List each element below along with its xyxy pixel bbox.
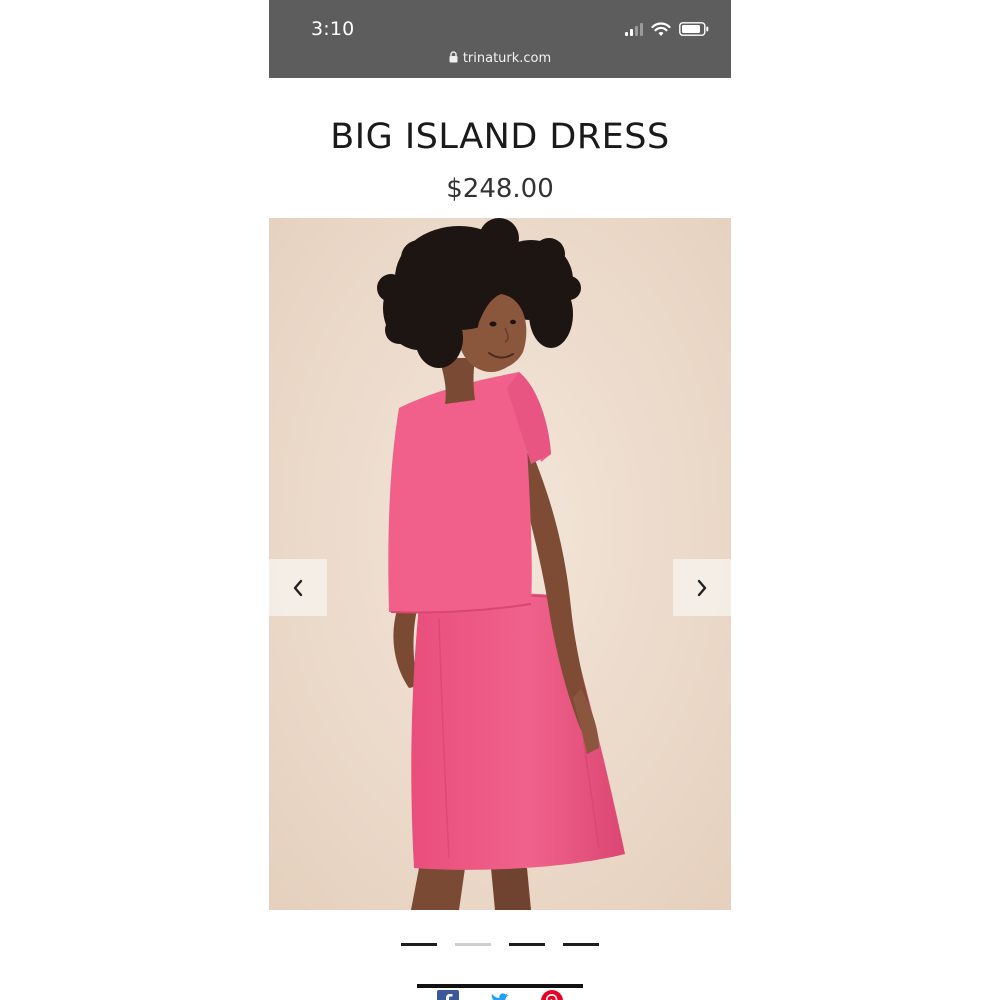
share-links (269, 990, 731, 1000)
battery-icon (679, 22, 709, 36)
lock-icon (449, 51, 458, 63)
carousel-dot-2[interactable] (455, 943, 491, 946)
facebook-icon[interactable] (437, 990, 459, 1000)
status-time: 3:10 (311, 18, 355, 40)
url-text: trinaturk.com (462, 51, 552, 66)
status-icons (625, 20, 709, 38)
carousel-dot-1[interactable] (401, 943, 437, 946)
cellular-signal-icon (625, 22, 643, 36)
product-image[interactable] (269, 218, 731, 910)
carousel-dot-4[interactable] (563, 943, 599, 946)
model-photo-illustration (269, 218, 731, 910)
carousel-indicators (269, 943, 731, 946)
carousel-next-button[interactable] (673, 559, 731, 616)
section-divider (417, 984, 583, 988)
phone-screen: 3:10 trinaturk.com BIG ISLAND DRESS $248… (269, 0, 731, 1000)
twitter-icon[interactable] (489, 990, 511, 1000)
address-bar[interactable]: trinaturk.com (269, 51, 731, 66)
pinterest-icon[interactable] (541, 990, 563, 1000)
chevron-right-icon (697, 579, 707, 596)
product-title: BIG ISLAND DRESS (330, 117, 670, 157)
wifi-icon (651, 21, 671, 36)
carousel-dot-3[interactable] (509, 943, 545, 946)
chevron-left-icon (293, 579, 303, 596)
product-price: $248.00 (446, 174, 554, 204)
carousel-prev-button[interactable] (269, 559, 327, 616)
status-bar: 3:10 trinaturk.com (269, 0, 731, 78)
